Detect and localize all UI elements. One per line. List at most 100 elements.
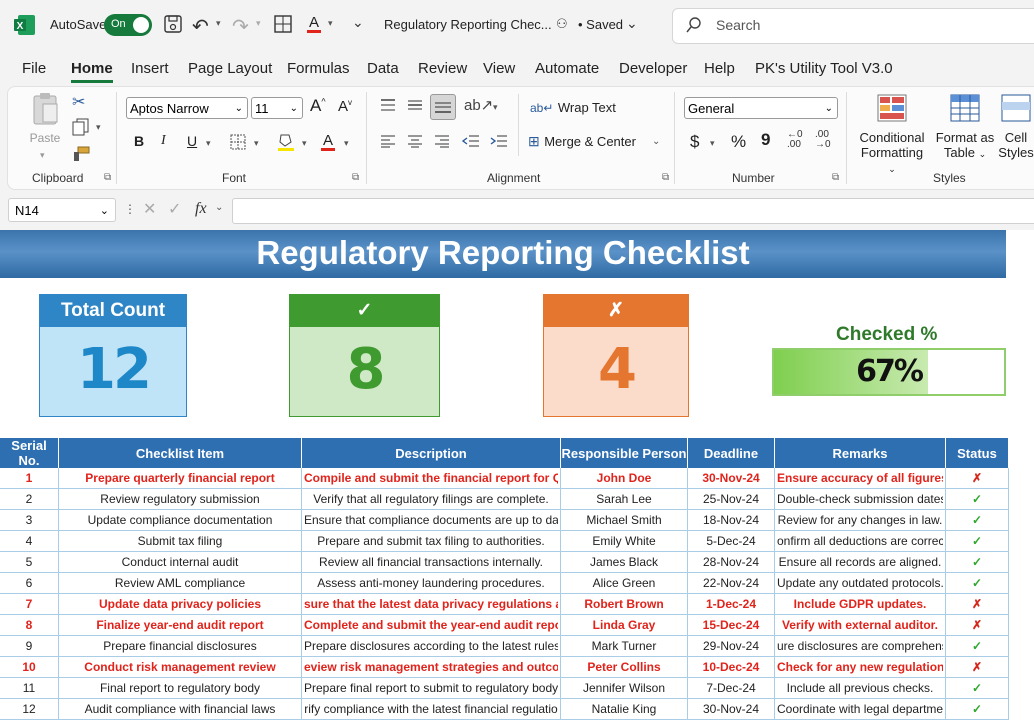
formula-input[interactable] [232, 198, 1034, 224]
tab-automate[interactable]: Automate [535, 60, 599, 77]
cell-description[interactable]: Complete and submit the year-end audit r… [301, 614, 561, 636]
number-launcher-icon[interactable]: ⧉ [832, 172, 839, 183]
share-people-icon[interactable]: ⚇ [556, 16, 568, 32]
cell-serial[interactable]: 6 [0, 572, 59, 594]
cell-description[interactable]: eview risk management strategies and out… [301, 656, 561, 678]
increase-indent-icon[interactable] [490, 134, 508, 153]
table-row[interactable]: 8 Finalize year-end audit report Complete … [0, 614, 1009, 636]
cell-remarks[interactable]: ure disclosures are comprehens [774, 635, 946, 657]
table-row[interactable]: 5 Conduct internal audit Review all financ… [0, 551, 1009, 573]
cell-description[interactable]: Assess anti-money laundering procedures. [301, 572, 561, 594]
tab-page-layout[interactable]: Page Layout [188, 60, 272, 77]
increase-font-icon[interactable]: A^ [310, 96, 326, 116]
decrease-indent-icon[interactable] [461, 134, 480, 153]
table-row[interactable]: 6 Review AML compliance Assess anti-money … [0, 572, 1009, 594]
tab-review[interactable]: Review [418, 60, 467, 77]
table-row[interactable]: 2 Review regulatory submission Verify that… [0, 488, 1009, 510]
borders-icon[interactable] [230, 134, 246, 155]
merge-dropdown-icon[interactable]: ⌄ [652, 136, 660, 147]
cell-person[interactable]: Peter Collins [560, 656, 688, 678]
tab-home[interactable]: Home [71, 60, 113, 77]
align-left-icon[interactable] [380, 134, 396, 153]
cell-item[interactable]: Prepare financial disclosures [58, 635, 302, 657]
orientation-dropdown-icon[interactable]: ▾ [493, 102, 498, 113]
cell-serial[interactable]: 1 [0, 468, 59, 489]
cell-person[interactable]: Emily White [560, 530, 688, 552]
cell-serial[interactable]: 11 [0, 677, 59, 699]
cell-deadline[interactable]: 30-Nov-24 [687, 468, 775, 489]
cell-person[interactable]: Sarah Lee [560, 488, 688, 510]
name-box[interactable]: N14 ⌄ [8, 198, 116, 222]
cell-item[interactable]: Update compliance documentation [58, 509, 302, 531]
cell-person[interactable]: Mark Turner [560, 635, 688, 657]
insert-function-dropdown-icon[interactable]: ⌄ [215, 202, 223, 213]
cell-person[interactable]: Robert Brown [560, 593, 688, 615]
cell-item[interactable]: Audit compliance with financial laws [58, 698, 302, 720]
cell-status[interactable]: ✓ [945, 572, 1009, 594]
cell-item[interactable]: Conduct internal audit [58, 551, 302, 573]
currency-dropdown-icon[interactable]: ▾ [710, 138, 715, 149]
alignment-launcher-icon[interactable]: ⧉ [662, 172, 669, 183]
cell-item[interactable]: Finalize year-end audit report [58, 614, 302, 636]
cell-status[interactable]: ✓ [945, 530, 1009, 552]
cell-description[interactable]: Compile and submit the financial report … [301, 468, 561, 489]
cell-deadline[interactable]: 28-Nov-24 [687, 551, 775, 573]
decrease-font-icon[interactable]: Av [338, 98, 352, 115]
cell-person[interactable]: Michael Smith [560, 509, 688, 531]
cell-item[interactable]: Conduct risk management review [58, 656, 302, 678]
cell-remarks[interactable]: Double-check submission dates. [774, 488, 946, 510]
cell-deadline[interactable]: 30-Nov-24 [687, 698, 775, 720]
font-color-dropdown-icon[interactable]: ▾ [328, 18, 333, 29]
decrease-decimal-icon[interactable]: .00 →0 [815, 130, 831, 150]
undo-dropdown-icon[interactable]: ▾ [216, 18, 221, 29]
cell-deadline[interactable]: 10-Dec-24 [687, 656, 775, 678]
cell-status[interactable]: ✗ [945, 614, 1009, 636]
cut-icon[interactable]: ✂ [72, 92, 85, 112]
paste-button[interactable]: Paste [28, 92, 62, 152]
align-middle-icon[interactable] [407, 98, 423, 117]
font-name-dropdown[interactable]: Aptos Narrow ⌄ [126, 97, 248, 119]
cell-deadline[interactable]: 18-Nov-24 [687, 509, 775, 531]
cell-status[interactable]: ✗ [945, 593, 1009, 615]
customize-qat-icon[interactable]: ⌄ [352, 14, 364, 31]
percent-button[interactable]: % [731, 132, 746, 152]
col-header-status[interactable]: Status [945, 438, 1009, 468]
cell-person[interactable]: Jennifer Wilson [560, 677, 688, 699]
cell-status[interactable]: ✓ [945, 551, 1009, 573]
table-row[interactable]: 11 Final report to regulatory body Prepare… [0, 677, 1009, 699]
cell-status[interactable]: ✓ [945, 509, 1009, 531]
tab-view[interactable]: View [483, 60, 515, 77]
autosave-toggle[interactable]: On [104, 14, 152, 36]
saved-dropdown-icon[interactable]: ⌄ [626, 15, 638, 32]
cell-deadline[interactable]: 29-Nov-24 [687, 635, 775, 657]
cell-person[interactable]: Alice Green [560, 572, 688, 594]
cell-deadline[interactable]: 5-Dec-24 [687, 530, 775, 552]
align-right-icon[interactable] [434, 134, 450, 153]
font-color-dropdown-icon-2[interactable]: ▾ [344, 138, 349, 149]
table-row[interactable]: 10 Conduct risk management review eview ri… [0, 656, 1009, 678]
cell-description[interactable]: Prepare and submit tax filing to authori… [301, 530, 561, 552]
cell-serial[interactable]: 7 [0, 593, 59, 615]
cell-item[interactable]: Review regulatory submission [58, 488, 302, 510]
merge-center-button[interactable]: ⊞ Merge & Center [528, 133, 636, 151]
align-bottom-icon[interactable] [430, 94, 456, 120]
paste-dropdown-icon[interactable]: ▾ [40, 150, 45, 161]
tab-formulas[interactable]: Formulas [287, 60, 350, 77]
confirm-entry-icon[interactable]: ✓ [168, 199, 181, 219]
increase-decimal-icon[interactable]: ←0.00 [787, 130, 803, 150]
col-header-remarks[interactable]: Remarks [774, 438, 946, 468]
tab-pk-utility[interactable]: PK's Utility Tool V3.0 [755, 60, 893, 77]
align-top-icon[interactable] [380, 98, 396, 117]
cell-status[interactable]: ✗ [945, 468, 1009, 489]
cell-serial[interactable]: 8 [0, 614, 59, 636]
table-row[interactable]: 4 Submit tax filing Prepare and submit tax… [0, 530, 1009, 552]
cell-remarks[interactable]: Coordinate with legal department [774, 698, 946, 720]
italic-button[interactable]: I [161, 133, 166, 149]
cell-remarks[interactable]: Include GDPR updates. [774, 593, 946, 615]
cell-styles-button[interactable]: Cell Styles [998, 94, 1034, 160]
copy-dropdown-icon[interactable]: ▾ [96, 122, 101, 133]
document-title[interactable]: Regulatory Reporting Chec... [384, 17, 552, 32]
align-center-icon[interactable] [407, 134, 423, 153]
cell-deadline[interactable]: 7-Dec-24 [687, 677, 775, 699]
fill-color-icon[interactable] [277, 132, 295, 157]
